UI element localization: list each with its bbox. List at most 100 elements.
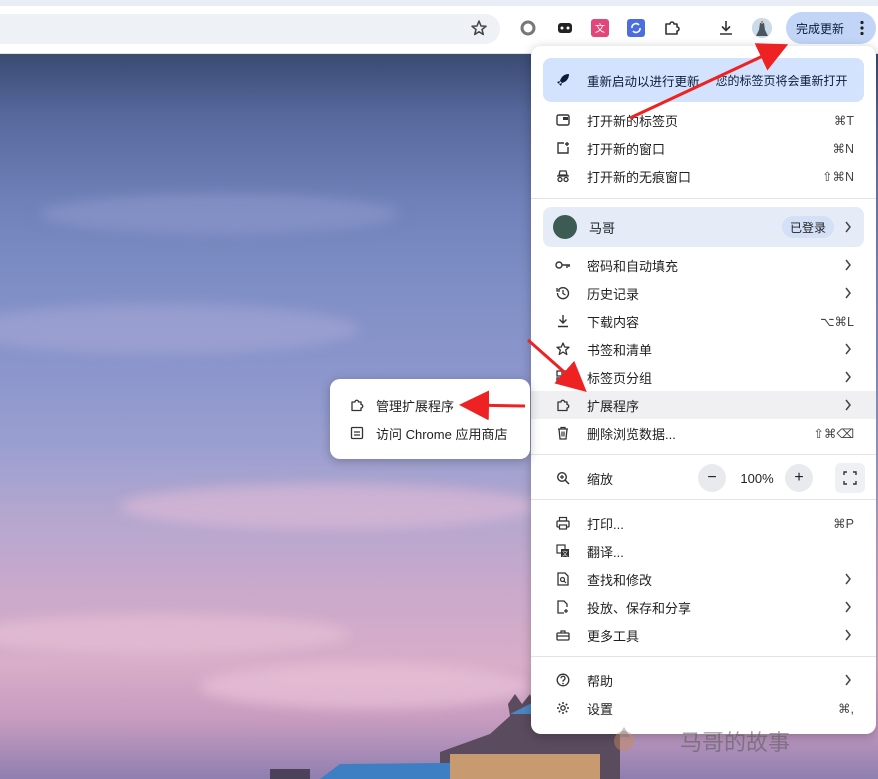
tab-groups-icon [555, 369, 571, 385]
menu-item-label: 下载内容 [587, 314, 640, 330]
sync-extension-icon[interactable] [627, 19, 645, 37]
translate-extension-icon[interactable]: 文 [591, 19, 609, 37]
tab-strip [0, 0, 878, 6]
menu-item-more-tools[interactable]: 更多工具 [531, 621, 876, 649]
zoom-icon [555, 470, 571, 486]
menu-shortcut: ⌥⌘L [820, 314, 854, 329]
menu-item-label: 删除浏览数据... [587, 426, 676, 442]
chevron-right-icon [845, 221, 851, 233]
submenu-item-label: 访问 Chrome 应用商店 [376, 426, 508, 442]
puzzle-icon [555, 397, 571, 413]
menu-shortcut: ⌘, [838, 701, 854, 716]
puzzle-icon [351, 399, 364, 412]
menu-item-label: 打开新的无痕窗口 [587, 169, 692, 185]
menu-divider [531, 499, 876, 500]
zoom-value: 100% [740, 470, 774, 486]
menu-divider [531, 656, 876, 657]
menu-item-translate[interactable]: 文 翻译... [531, 537, 876, 565]
profile-name: 马哥 [589, 220, 616, 236]
menu-shortcut: ⇧⌘⌫ [813, 426, 854, 441]
menu-item-incognito[interactable]: 打开新的无痕窗口 ⇧⌘N [531, 162, 876, 190]
menu-divider [531, 198, 876, 199]
menu-item-passwords[interactable]: 密码和自动填充 [531, 251, 876, 279]
menu-shortcut: ⌘N [832, 141, 854, 156]
watermark-logo-icon [614, 727, 634, 751]
profile-avatar[interactable] [752, 18, 772, 38]
menu-item-history[interactable]: 历史记录 [531, 279, 876, 307]
menu-item-label: 帮助 [587, 673, 614, 689]
menu-item-label: 标签页分组 [587, 370, 653, 386]
chevron-right-icon [845, 573, 851, 585]
gamepad-extension-icon[interactable] [556, 19, 574, 37]
fullscreen-button[interactable] [835, 463, 865, 493]
chevron-right-icon [845, 343, 851, 355]
address-bar[interactable] [0, 14, 500, 44]
zoom-in-glyph: + [794, 469, 804, 486]
chevron-right-icon [845, 674, 851, 686]
menu-item-cast-save-share[interactable]: 投放、保存和分享 [531, 593, 876, 621]
profile-avatar-icon [553, 215, 577, 239]
submenu-item-label: 管理扩展程序 [376, 398, 455, 414]
chevron-right-icon [845, 287, 851, 299]
menu-item-new-tab[interactable]: 打开新的标签页 ⌘T [531, 106, 876, 134]
star-icon [555, 341, 571, 357]
gear-icon [555, 700, 571, 716]
update-label: 完成更新 [796, 21, 845, 36]
chevron-right-icon [845, 601, 851, 613]
chevron-right-icon [845, 629, 851, 641]
menu-item-print[interactable]: 打印... ⌘P [531, 509, 876, 537]
history-icon [555, 285, 571, 301]
complete-update-button[interactable]: 完成更新 [786, 12, 876, 44]
watermark-text: 马哥的故事 [680, 731, 791, 756]
download-icon[interactable] [717, 19, 735, 37]
svg-text:文: 文 [595, 22, 605, 35]
menu-item-label: 更多工具 [587, 628, 640, 644]
menu-item-label: 历史记录 [587, 286, 640, 302]
menu-item-label: 查找和修改 [587, 572, 653, 588]
key-icon [555, 257, 571, 273]
more-vert-icon [860, 20, 864, 36]
zoom-in-button[interactable]: + [785, 464, 813, 492]
menu-item-tab-groups[interactable]: 标签页分组 [531, 363, 876, 391]
zoom-label: 缩放 [587, 471, 614, 487]
banner-label: 重新启动以进行更新 [587, 74, 700, 89]
chevron-right-icon [845, 259, 851, 271]
puzzle-extensions-icon[interactable] [663, 19, 681, 37]
banner-sub: 您的标签页将会重新打开 [715, 73, 848, 88]
menu-item-help[interactable]: 帮助 [531, 666, 876, 694]
store-icon [350, 426, 364, 440]
menu-item-label: 密码和自动填充 [587, 258, 679, 274]
menu-divider [531, 454, 876, 455]
signed-in-badge: 已登录 [781, 216, 834, 238]
find-icon [555, 571, 571, 587]
watermark: 马哥的故事 [604, 716, 844, 766]
restart-update-banner[interactable]: 重新启动以进行更新 您的标签页将会重新打开 [543, 58, 864, 102]
menu-item-label: 打印... [587, 516, 624, 532]
svg-text:文: 文 [562, 550, 568, 558]
zoom-out-button[interactable]: − [698, 464, 726, 492]
fullscreen-icon [843, 471, 857, 485]
menu-item-extensions[interactable]: 扩展程序 [531, 391, 876, 419]
chevron-right-icon [845, 399, 851, 411]
menu-item-bookmarks[interactable]: 书签和清单 [531, 335, 876, 363]
print-icon [555, 515, 571, 531]
translate-icon: 文 [555, 543, 571, 559]
menu-item-label: 扩展程序 [587, 398, 640, 414]
circle-extension-icon[interactable] [519, 19, 537, 37]
rocket-icon [557, 74, 569, 86]
submenu-item-chrome-store[interactable]: 访问 Chrome 应用商店 [330, 419, 530, 447]
cast-save-icon [555, 599, 571, 615]
menu-item-clear-data[interactable]: 删除浏览数据... ⇧⌘⌫ [531, 419, 876, 447]
new-window-icon [555, 140, 571, 156]
download-icon [555, 313, 571, 329]
extensions-submenu: 管理扩展程序 访问 Chrome 应用商店 [330, 379, 530, 459]
menu-item-find-edit[interactable]: 查找和修改 [531, 565, 876, 593]
menu-item-new-window[interactable]: 打开新的窗口 ⌘N [531, 134, 876, 162]
profile-row[interactable]: 马哥 已登录 [543, 207, 864, 247]
submenu-item-manage-extensions[interactable]: 管理扩展程序 [330, 391, 530, 419]
incognito-icon [555, 168, 571, 184]
help-icon [555, 672, 571, 688]
menu-item-downloads[interactable]: 下载内容 ⌥⌘L [531, 307, 876, 335]
new-tab-icon [555, 112, 571, 128]
bookmark-star-icon[interactable] [470, 19, 488, 37]
